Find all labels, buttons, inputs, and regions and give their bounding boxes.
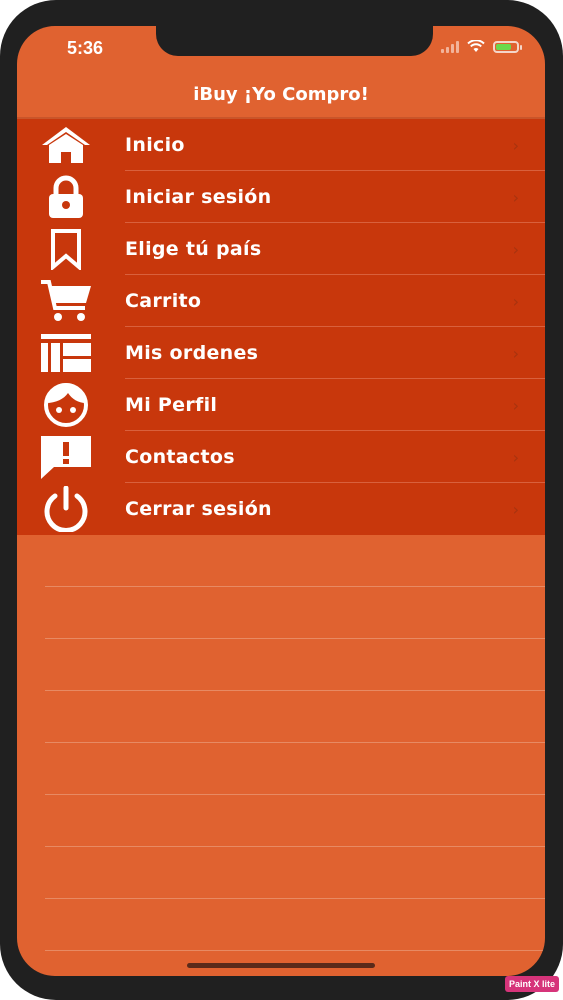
menu-item-mis-ordenes[interactable]: Mis ordenes › (17, 327, 545, 379)
app-screen: 5:36 iBuy ¡Yo Compro! Inicio › Iniciar s… (17, 26, 545, 976)
watermark-badge: Paint X lite (504, 976, 559, 992)
power-icon (44, 486, 88, 532)
home-icon (42, 127, 90, 163)
menu-item-carrito[interactable]: Carrito › (17, 275, 545, 327)
menu-item-elige-pais[interactable]: Elige tú país › (17, 223, 545, 275)
menu-item-label: Mi Perfil (125, 394, 218, 416)
menu-icon-cell (17, 483, 125, 535)
menu-item-contactos[interactable]: Contactos › (17, 431, 545, 483)
orders-icon (41, 334, 91, 372)
menu-icon-cell (17, 379, 125, 431)
page-title: iBuy ¡Yo Compro! (193, 83, 369, 105)
menu-item-iniciar-sesion[interactable]: Iniciar sesión › (17, 171, 545, 223)
menu-item-label: Mis ordenes (125, 342, 259, 364)
menu-icon-cell (17, 431, 125, 483)
menu-item-label: Inicio (125, 134, 185, 156)
empty-row (17, 691, 545, 743)
chevron-right-icon: › (512, 344, 519, 363)
side-menu: Inicio › Iniciar sesión › Elige tú país … (17, 119, 545, 535)
lock-icon (49, 175, 83, 218)
empty-row (17, 899, 545, 951)
menu-item-inicio[interactable]: Inicio › (17, 119, 545, 171)
chevron-right-icon: › (512, 240, 519, 259)
chevron-right-icon: › (512, 448, 519, 467)
menu-icon-cell (17, 327, 125, 379)
chevron-right-icon: › (512, 396, 519, 415)
battery-level (496, 43, 511, 50)
empty-table-area (17, 535, 545, 951)
wifi-icon (467, 40, 485, 52)
menu-icon-cell (17, 119, 125, 171)
menu-item-mi-perfil[interactable]: Mi Perfil › (17, 379, 545, 431)
menu-item-label: Contactos (125, 446, 235, 468)
cart-icon (41, 280, 91, 321)
profile-face-icon (44, 383, 88, 427)
home-indicator[interactable] (187, 963, 375, 968)
chevron-right-icon: › (512, 500, 519, 519)
menu-item-cerrar-sesion[interactable]: Cerrar sesión › (17, 483, 545, 535)
chevron-right-icon: › (512, 188, 519, 207)
menu-item-label: Cerrar sesión (125, 498, 272, 520)
status-time: 5:36 (67, 38, 104, 58)
battery-icon (493, 40, 522, 53)
menu-item-label: Carrito (125, 290, 202, 312)
menu-item-label: Iniciar sesión (125, 186, 272, 208)
empty-row (17, 743, 545, 795)
empty-row (17, 587, 545, 639)
chevron-right-icon: › (512, 292, 519, 311)
bookmark-icon (51, 229, 81, 270)
status-icons (441, 40, 522, 53)
device-notch (156, 26, 433, 56)
menu-icon-cell (17, 275, 125, 327)
empty-row (17, 847, 545, 899)
chat-alert-icon (41, 436, 91, 479)
menu-icon-cell (17, 223, 125, 275)
empty-row (17, 795, 545, 847)
empty-row (17, 639, 545, 691)
phone-frame: 5:36 iBuy ¡Yo Compro! Inicio › Iniciar s… (0, 0, 563, 1000)
empty-row (17, 535, 545, 587)
cellular-signal-icon (441, 40, 459, 53)
chevron-right-icon: › (512, 136, 519, 155)
menu-item-label: Elige tú país (125, 238, 262, 260)
menu-icon-cell (17, 171, 125, 223)
navigation-bar: iBuy ¡Yo Compro! (17, 70, 545, 118)
